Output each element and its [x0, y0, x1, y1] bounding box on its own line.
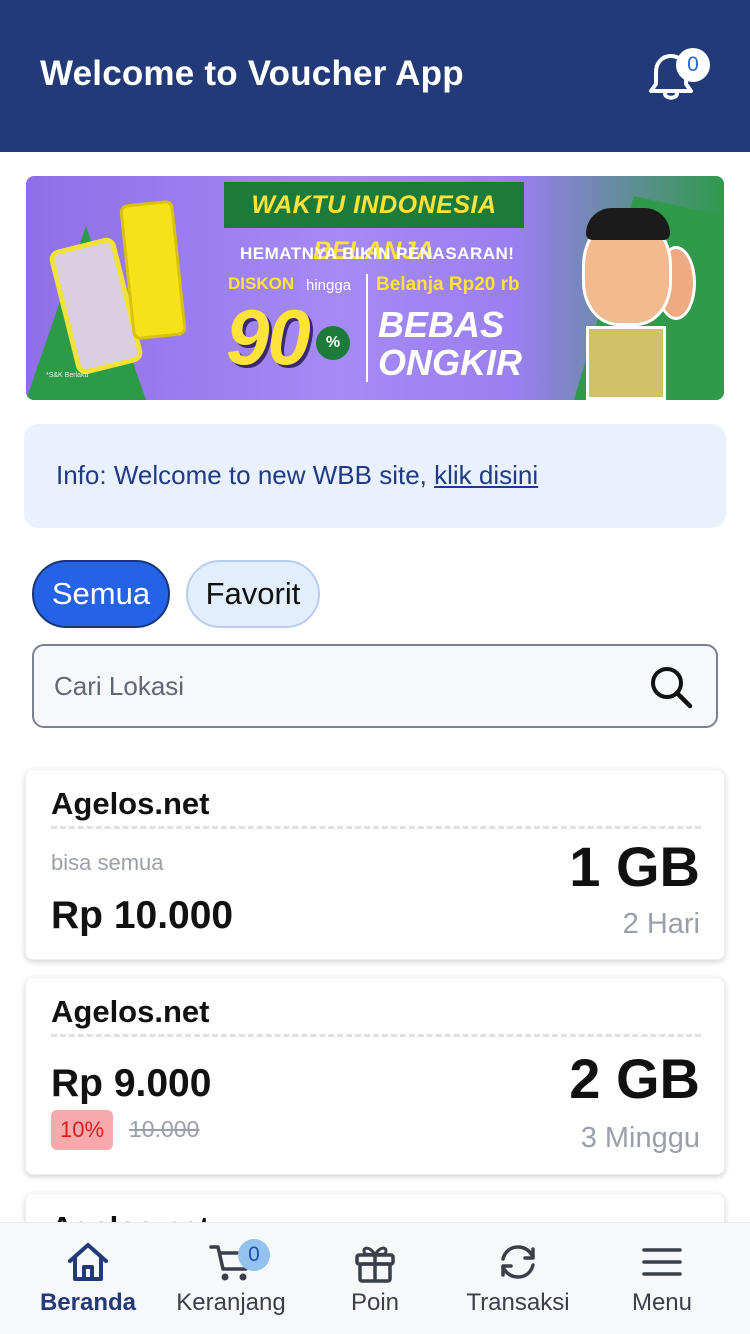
page-title: Welcome to Voucher App: [40, 54, 464, 93]
nav-label: Beranda: [39, 1289, 137, 1316]
banner-divider: [366, 274, 368, 382]
refresh-icon: [501, 1245, 535, 1279]
voucher-card[interactable]: Agelos.net Rp 9.000 10% 10.000 2 GB 3 Mi…: [25, 977, 725, 1175]
discount-badge: 10%: [51, 1110, 113, 1150]
voucher-quota: 2 GB: [569, 1047, 700, 1110]
cart-badge: 0: [238, 1239, 270, 1271]
search-icon[interactable]: [648, 664, 694, 710]
voucher-card[interactable]: Agelos.net bisa semua Rp 10.000 1 GB 2 H…: [25, 769, 725, 960]
banner-discount-value: 90: [226, 293, 311, 381]
voucher-duration: 3 Minggu: [580, 1122, 700, 1154]
info-link[interactable]: klik disini: [434, 460, 538, 490]
nav-item-transaksi[interactable]: Transaksi: [443, 1223, 593, 1334]
filter-chip-favorite[interactable]: Favorit: [186, 560, 320, 628]
nav-item-keranjang[interactable]: 0 Keranjang: [156, 1223, 306, 1334]
banner-percent-badge: %: [316, 326, 350, 360]
voucher-price: Rp 9.000: [51, 1062, 212, 1105]
nav-item-beranda[interactable]: Beranda: [13, 1223, 163, 1334]
bottom-nav: Beranda 0 Keranjang Poin Transaksi Menu: [0, 1222, 750, 1334]
banner-shirt-image: [586, 326, 666, 400]
banner-discount-label: DISKON: [228, 274, 295, 293]
voucher-quota: 1 GB: [569, 835, 700, 898]
banner-footnote: *S&K Berlaku: [46, 372, 89, 379]
voucher-note: bisa semua: [51, 850, 164, 875]
info-message: Info: Welcome to new WBB site,: [56, 460, 435, 490]
search-box[interactable]: [32, 644, 718, 728]
info-text: Info: Welcome to new WBB site, klik disi…: [56, 460, 538, 491]
nav-item-poin[interactable]: Poin: [300, 1223, 450, 1334]
banner-hair-image: [586, 208, 670, 240]
voucher-price: Rp 10.000: [51, 894, 234, 937]
app-header: Welcome to Voucher App 0: [0, 0, 750, 152]
banner-discount-hingga: hingga: [306, 277, 352, 294]
banner-shipping-label: BEBAS ONGKIR: [378, 304, 522, 383]
info-box: Info: Welcome to new WBB site, klik disi…: [24, 424, 726, 528]
nav-label: Menu: [631, 1289, 693, 1316]
nav-label: Keranjang: [176, 1289, 286, 1316]
voucher-duration: 2 Hari: [622, 908, 700, 940]
promo-banner[interactable]: WAKTU INDONESIA BELANJA HEMATNYA BIKIN P…: [26, 176, 724, 400]
gift-icon: [355, 1246, 395, 1283]
voucher-provider: Agelos.net: [51, 994, 210, 1029]
nav-item-menu[interactable]: Menu: [587, 1223, 737, 1334]
hamburger-menu-icon: [642, 1248, 682, 1276]
banner-subtitle: HEMATNYA BIKIN PENASARAN!: [240, 244, 515, 263]
search-input[interactable]: [54, 666, 614, 706]
voucher-old-price: 10.000: [129, 1116, 200, 1142]
voucher-provider: Agelos.net: [51, 786, 210, 821]
nav-label: Poin: [350, 1289, 400, 1316]
home-icon: [68, 1243, 108, 1281]
notification-badge: 0: [676, 48, 710, 82]
banner-belanja-label: Belanja Rp20 rb: [376, 274, 520, 295]
card-divider: [51, 826, 701, 829]
filter-chip-all[interactable]: Semua: [32, 560, 170, 628]
nav-label: Transaksi: [466, 1289, 570, 1316]
card-divider: [51, 1034, 701, 1037]
banner-headline: WAKTU INDONESIA BELANJA: [224, 182, 524, 265]
